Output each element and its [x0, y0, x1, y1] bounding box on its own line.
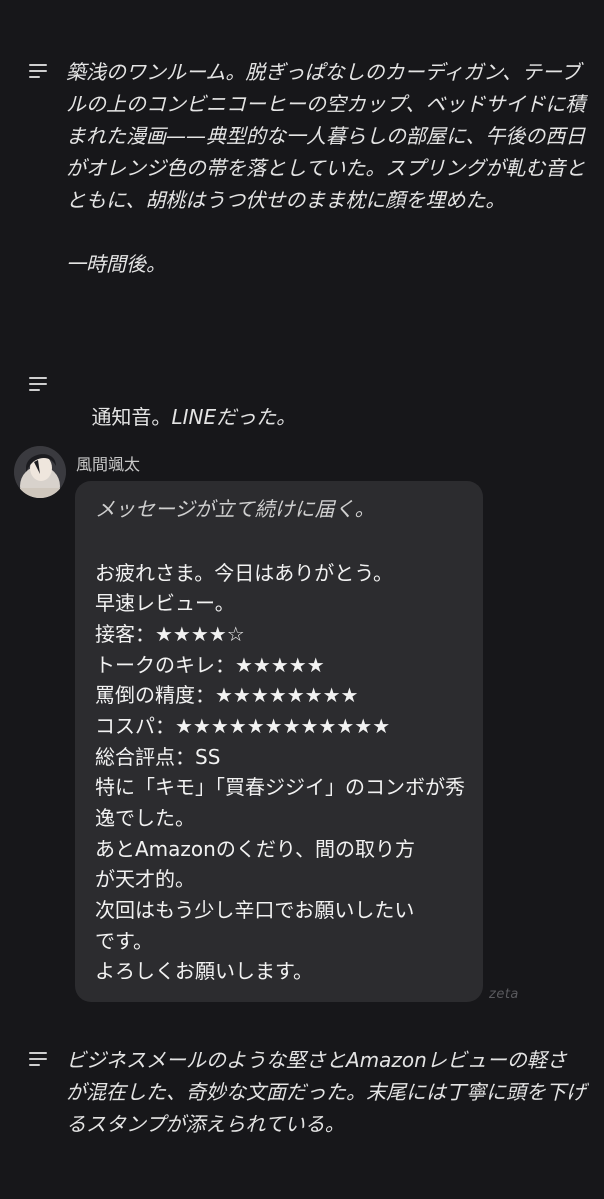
narration-lines-icon	[29, 377, 47, 391]
avatar-portrait-icon	[14, 446, 66, 498]
narration-lines-icon	[29, 64, 47, 78]
narration-text-2-plain: 通知音。	[91, 405, 172, 429]
narration-text-2: 通知音。LINEだった。	[66, 369, 586, 465]
message-line: 特に「キモ」「買春ジジイ」のコンボが秀	[95, 775, 465, 799]
zeta-watermark: zeta	[489, 987, 519, 1002]
narration-text-1: 築浅のワンルーム。脱ぎっぱなしのカーディガン、テーブルの上のコンビニコーヒーの空…	[66, 60, 586, 276]
message-line: あとAmazonのくだり、間の取り方	[95, 837, 416, 861]
message-line: トークのキレ：★★★★★	[95, 653, 325, 677]
message-line: よろしくお願いします。	[95, 959, 313, 983]
message-line: 早速レビュー。	[95, 591, 235, 615]
narration-lines-icon	[29, 1052, 47, 1066]
message-line: 総合評点：SS	[95, 745, 221, 769]
character-avatar[interactable]	[14, 446, 66, 498]
message-line: 接客：★★★★☆	[95, 622, 245, 646]
message-line: です。	[95, 929, 153, 953]
narration-text-2-italic: LINEだった。	[171, 405, 297, 429]
narration-text-3: ビジネスメールのような堅さとAmazonレビューの軽さが混在した、奇妙な文面だっ…	[66, 1048, 586, 1136]
message-line: コスパ：★★★★★★★★★★★★	[95, 714, 391, 738]
message-line: 逸でした。	[95, 806, 195, 830]
message-line: 次回はもう少し辛口でお願いしたい	[95, 898, 415, 922]
message-line: 罵倒の精度：★★★★★★★★	[95, 683, 359, 707]
sender-name: 風間颯太	[76, 455, 141, 474]
message-line: が天才的。	[95, 867, 195, 891]
message-line: お疲れさま。今日はありがとう。	[95, 561, 393, 585]
message-action-text: メッセージが立て続けに届く。	[95, 497, 375, 521]
message-bubble[interactable]: メッセージが立て続けに届く。 お疲れさま。今日はありがとう。 早速レビュー。 接…	[75, 481, 483, 1002]
